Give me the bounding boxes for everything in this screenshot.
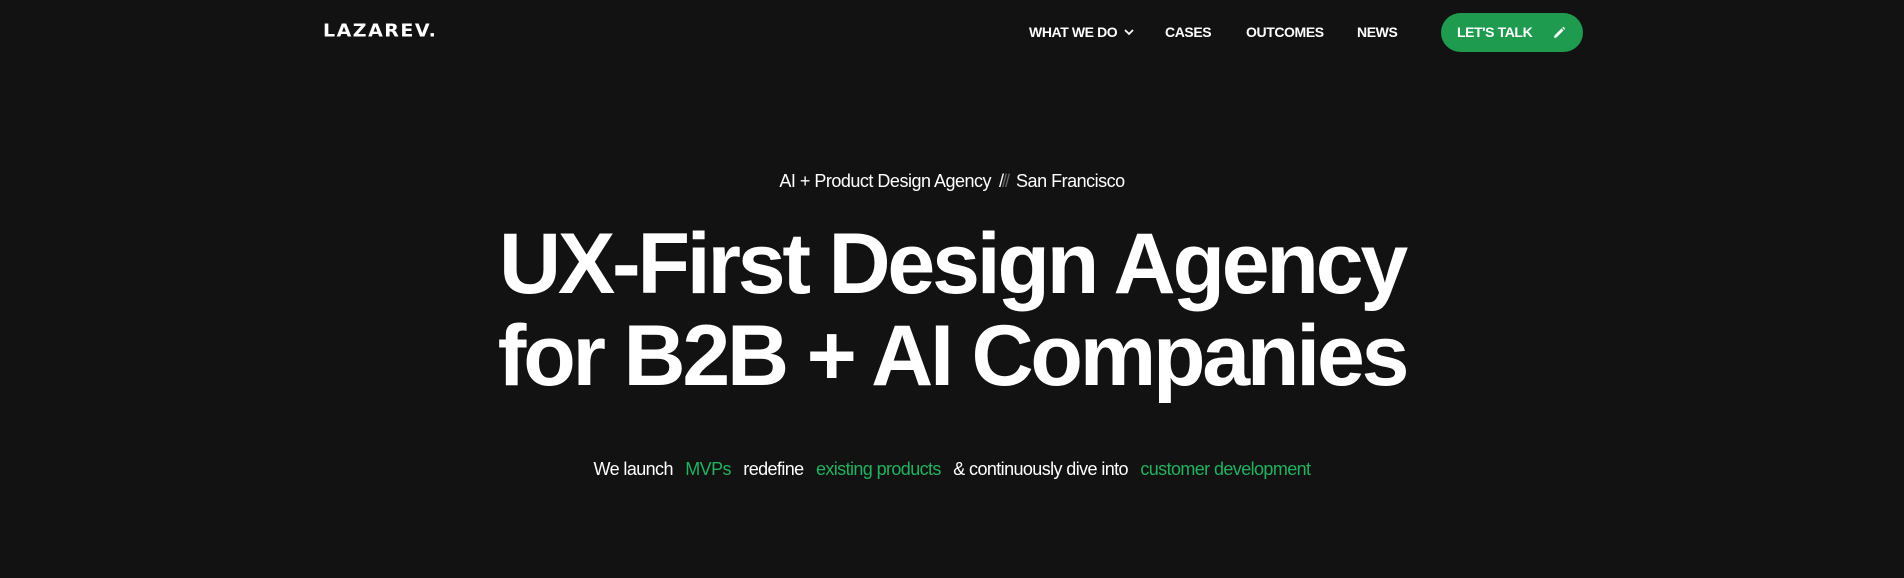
nav-item-outcomes[interactable]: OUTCOMES [1246,21,1324,43]
subline-highlight-customer-development: customer development [1140,459,1311,479]
headline-line-1: UX-First Design Agency [498,216,1408,312]
lets-talk-button[interactable]: LET'S TALK [1441,13,1583,52]
chevron-down-icon [1124,29,1134,36]
subline-text: & continuously dive into [953,459,1128,479]
eyebrow-separator: /// [999,171,1010,191]
subline-highlight-mvps: MVPs [685,459,731,479]
eyebrow-tagline: AI + Product Design Agency [779,171,992,191]
subline-text: We launch [593,459,674,479]
nav-item-news[interactable]: NEWS [1357,21,1398,43]
nav-item-label: WHAT WE DO [1029,24,1118,40]
eyebrow-location: San Francisco [1016,171,1125,191]
hero-headline: UX-First Design Agency for B2B + AI Comp… [0,218,1904,402]
hero-eyebrow: AI + Product Design Agency /// San Francis… [0,169,1904,193]
logo[interactable]: LAZAREV. [323,20,437,42]
nav-item-cases[interactable]: CASES [1165,21,1212,43]
nav-item-what-we-do[interactable]: WHAT WE DO [1029,21,1135,43]
headline-line-2: for B2B + AI Companies [497,308,1410,404]
lets-talk-label: LET'S TALK [1457,24,1533,40]
pencil-icon [1554,26,1566,38]
subline-highlight-existing-products: existing products [815,459,941,479]
hero-subline: We launch MVPs redefine existing product… [0,456,1904,482]
subline-text: redefine [743,459,804,479]
site-header: LAZAREV. WHAT WE DO CASES OUTCOMES NEWS … [0,0,1904,64]
